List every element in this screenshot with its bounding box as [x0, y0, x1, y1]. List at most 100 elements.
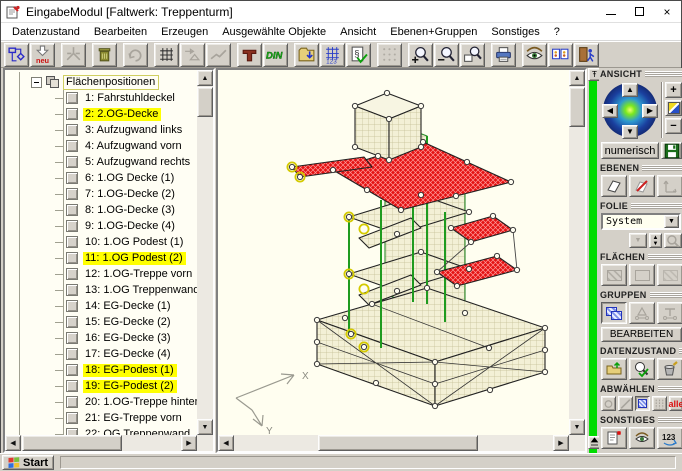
- folie-prev-button-disabled[interactable]: ▼: [629, 233, 647, 248]
- tree-item[interactable]: 10: 1.OG Podest (1): [55, 234, 186, 250]
- combo-dropdown-arrow[interactable]: ▼: [664, 215, 679, 228]
- minimize-button[interactable]: [597, 1, 625, 22]
- tree-vscrollbar[interactable]: ▲ ▼: [197, 70, 213, 435]
- tree-item[interactable]: 21: EG-Treppe vorn: [55, 410, 185, 426]
- tree-item-box[interactable]: [66, 252, 78, 264]
- tree-item[interactable]: 1: Fahrstuhldeckel: [55, 90, 178, 106]
- view-options-button[interactable]: [522, 43, 547, 67]
- zoom-in-button[interactable]: [408, 43, 433, 67]
- rotate-right-button[interactable]: ▶: [642, 104, 658, 118]
- close-button[interactable]: ×: [653, 1, 681, 22]
- ebene-show-button[interactable]: [601, 175, 627, 197]
- canvas-hscrollbar[interactable]: ◀ ▶: [218, 435, 569, 451]
- rotate-up-button[interactable]: ▲: [622, 83, 638, 97]
- menu-sonstiges[interactable]: Sonstiges: [484, 24, 546, 40]
- model-3d-view[interactable]: X Y: [218, 70, 569, 435]
- zoom-window-button[interactable]: [460, 43, 485, 67]
- folie-search-button-disabled[interactable]: [664, 233, 682, 248]
- deselect-lines-button-disabled[interactable]: [618, 396, 633, 411]
- datenzustand-load-button[interactable]: [601, 358, 627, 380]
- tree-item[interactable]: 19: EG-Podest (2): [55, 378, 177, 394]
- tree-item[interactable]: 11: 1.OG Podest (2): [55, 250, 186, 266]
- tree-item-box[interactable]: [66, 332, 78, 344]
- tree-item-box[interactable]: [66, 412, 78, 424]
- tree-item[interactable]: 18: EG-Podest (1): [55, 362, 177, 378]
- exit-button[interactable]: [574, 43, 599, 67]
- raster-button-disabled[interactable]: [377, 43, 402, 67]
- tree-item-box[interactable]: [66, 124, 78, 136]
- scroll-right-arrow[interactable]: ▶: [553, 435, 569, 451]
- deselect-edges-button-disabled[interactable]: [652, 396, 667, 411]
- new-document-button[interactable]: [601, 427, 627, 449]
- tree-item[interactable]: 8: 1.OG-Decke (3): [55, 202, 178, 218]
- tree-item[interactable]: 4: Aufzugwand vorn: [55, 138, 185, 154]
- tree-item[interactable]: 2: 2.OG-Decke: [55, 106, 161, 122]
- tree-item-box[interactable]: [66, 92, 78, 104]
- tree-item[interactable]: 13: 1.OG Treppenwand: [55, 282, 197, 298]
- flaeche-delete-button-disabled[interactable]: [657, 264, 682, 286]
- grid-button[interactable]: [154, 43, 179, 67]
- tree-root-label[interactable]: Flächenpositionen: [63, 75, 159, 90]
- tree-item[interactable]: 9: 1.OG-Decke (4): [55, 218, 178, 234]
- deselect-all-button[interactable]: alle: [669, 396, 682, 411]
- tree-item-box[interactable]: [66, 108, 78, 120]
- ebene-axes-button-disabled[interactable]: [657, 175, 682, 197]
- start-button[interactable]: Start: [2, 455, 54, 470]
- tree-item[interactable]: 15: EG-Decke (2): [55, 314, 174, 330]
- menu-datenzustand[interactable]: Datenzustand: [5, 24, 87, 40]
- tree-collapse-icon[interactable]: [31, 77, 42, 88]
- tree-item-box[interactable]: [66, 348, 78, 360]
- scroll-right-arrow[interactable]: ▶: [181, 435, 197, 451]
- tree-item[interactable]: 7: 1.OG-Decke (2): [55, 186, 178, 202]
- flaeche-edit-button-disabled[interactable]: [629, 264, 655, 286]
- windows-button[interactable]: [548, 43, 573, 67]
- tree-item-box[interactable]: [66, 140, 78, 152]
- menu-ansicht[interactable]: Ansicht: [333, 24, 383, 40]
- tree-vscroll-thumb[interactable]: [197, 87, 213, 117]
- tree-item[interactable]: 3: Aufzugwand links: [55, 122, 185, 138]
- menu-help[interactable]: ?: [547, 24, 567, 40]
- maximize-button[interactable]: [625, 1, 653, 22]
- tree-item-box[interactable]: [66, 156, 78, 168]
- tree-item-box[interactable]: [66, 220, 78, 232]
- scroll-left-arrow[interactable]: ◀: [5, 435, 21, 451]
- new-button[interactable]: neu: [30, 43, 55, 67]
- tree-item-box[interactable]: [66, 316, 78, 328]
- renumber-button[interactable]: 123: [657, 427, 682, 449]
- tree-item[interactable]: 16: EG-Decke (3): [55, 330, 174, 346]
- rotate-left-button[interactable]: ◀: [602, 104, 618, 118]
- renumber-blue-button[interactable]: 123: [320, 43, 345, 67]
- gruppen-bearbeiten-button[interactable]: BEARBEITEN: [601, 327, 682, 342]
- zoom-out-view-button[interactable]: −: [665, 118, 682, 134]
- folie-combobox[interactable]: System ▼: [601, 213, 681, 230]
- flaeche-new-button-disabled[interactable]: [601, 264, 627, 286]
- rotate-down-button[interactable]: ▼: [622, 125, 638, 139]
- tree-item-box[interactable]: [66, 300, 78, 312]
- view-settings-button[interactable]: [629, 427, 655, 449]
- scroll-left-arrow[interactable]: ◀: [218, 435, 234, 451]
- tprofile-button[interactable]: [237, 43, 262, 67]
- print-button[interactable]: [491, 43, 516, 67]
- zoom-in-view-button[interactable]: +: [665, 82, 682, 98]
- datenzustand-check-button[interactable]: [629, 358, 655, 380]
- delete-button[interactable]: [92, 43, 117, 67]
- menu-ebenen-gruppen[interactable]: Ebenen+Gruppen: [383, 24, 484, 40]
- tree-hscrollbar[interactable]: ◀ ▶: [5, 435, 197, 451]
- numeric-view-button[interactable]: numerisch: [601, 142, 659, 159]
- tree-item[interactable]: 12: 1.OG-Treppe vorn: [55, 266, 195, 282]
- tree-item-box[interactable]: [66, 236, 78, 248]
- tree-item-box[interactable]: [66, 188, 78, 200]
- model-canvas[interactable]: X Y: [218, 70, 569, 435]
- scroll-up-arrow[interactable]: ▲: [569, 70, 585, 86]
- deselect-nodes-button-disabled[interactable]: [601, 396, 616, 411]
- menu-erzeugen[interactable]: Erzeugen: [154, 24, 215, 40]
- panel-splitter-stripe[interactable]: [589, 68, 597, 453]
- gruppe-triangle-button-disabled[interactable]: [629, 302, 655, 324]
- gruppe-select-button[interactable]: [601, 302, 627, 324]
- import-folder-button[interactable]: [294, 43, 319, 67]
- insert-node-button-disabled[interactable]: [61, 43, 86, 67]
- gruppe-tprofile-button-disabled[interactable]: [657, 302, 682, 324]
- save-view-button[interactable]: [661, 142, 682, 159]
- tree-hscroll-thumb[interactable]: [22, 435, 122, 451]
- folie-spinner[interactable]: ▲▼: [649, 233, 662, 248]
